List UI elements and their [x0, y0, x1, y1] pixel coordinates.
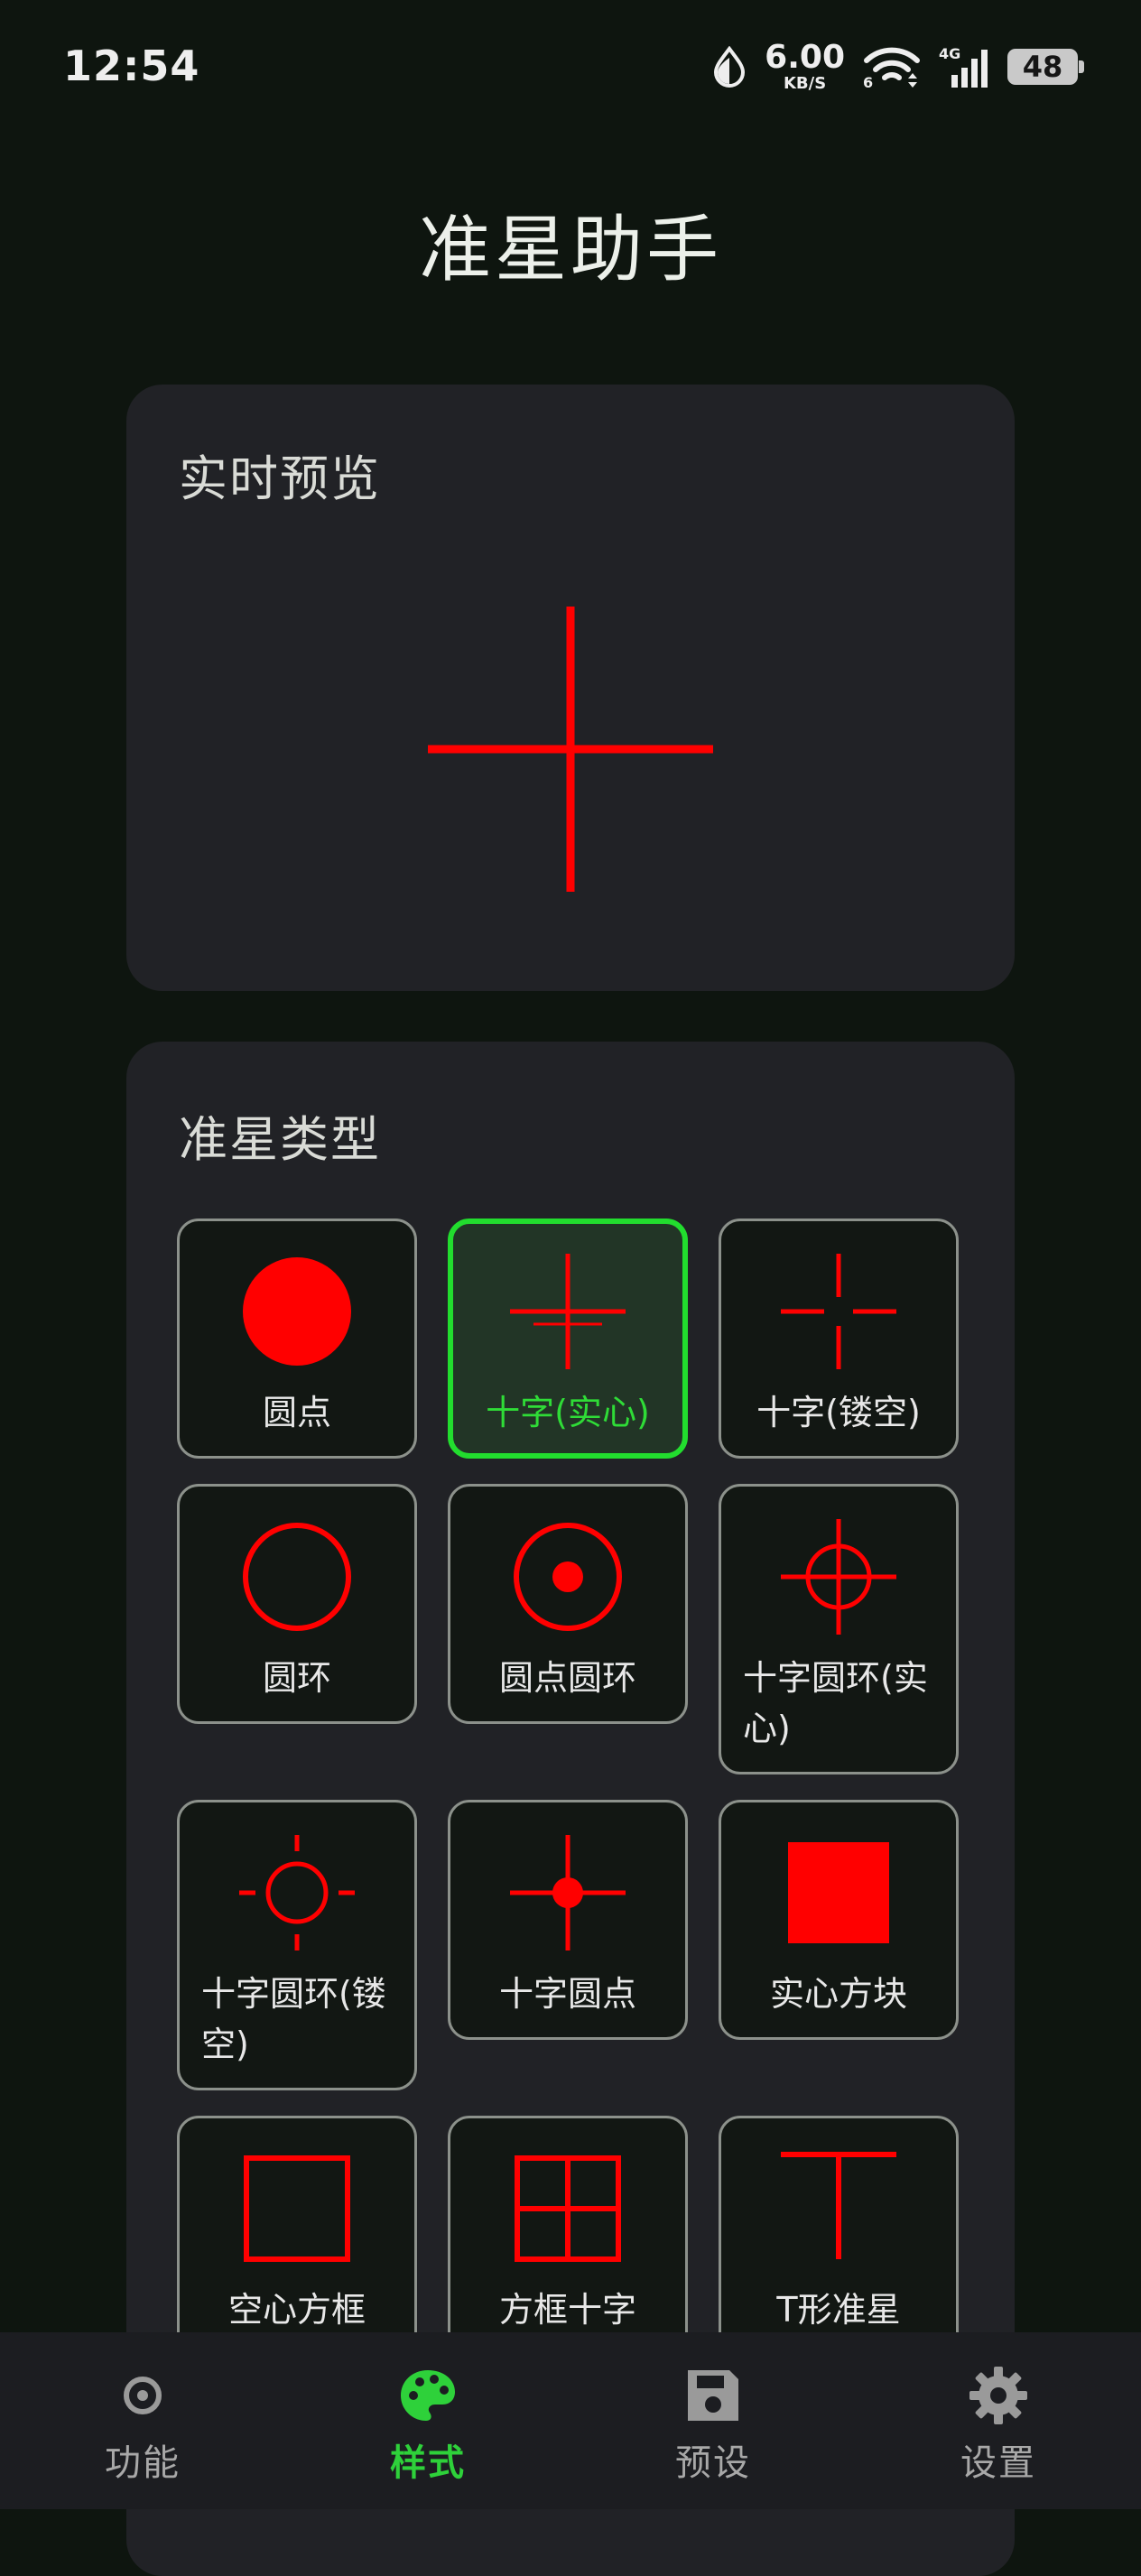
status-time: 12:54 — [63, 42, 200, 90]
wifi-icon: 6 — [863, 47, 920, 89]
cell-signal-icon: 4G — [939, 45, 988, 88]
square-cross-icon — [515, 2155, 621, 2262]
type-option-label: 实心方块 — [769, 1974, 907, 2014]
nav-item-style[interactable]: 样式 — [285, 2332, 570, 2509]
palette-icon — [401, 2370, 455, 2421]
nav-item-settings[interactable]: 设置 — [856, 2332, 1141, 2509]
type-option-ring[interactable]: 圆环 — [177, 1484, 417, 1724]
solid-cross-icon — [510, 1254, 626, 1369]
type-option-solid-square[interactable]: 实心方块 — [719, 1800, 959, 2040]
crosshair-type-title: 准星类型 — [179, 1111, 381, 1168]
wifi-tag: 6 — [863, 74, 873, 89]
network-speed-value: 6.00 — [765, 39, 845, 76]
crosshair-preview — [428, 607, 713, 892]
type-option-t-shape[interactable]: T形准星 — [719, 2116, 959, 2356]
type-option-label: 十字(镂空) — [756, 1393, 921, 1432]
type-option-label: 十字(实心) — [486, 1393, 650, 1432]
type-option-label: 十字圆环(镂空) — [201, 1974, 386, 2064]
cross-ring-hollow-icon — [239, 1835, 355, 1951]
type-option-label: 圆点 — [262, 1393, 331, 1432]
hollow-square-icon — [244, 2155, 350, 2262]
preview-title: 实时预览 — [179, 450, 381, 507]
nav-label: 预设 — [675, 2442, 751, 2484]
type-option-hollow-square[interactable]: 空心方框 — [177, 2116, 417, 2356]
preview-card: 实时预览 — [126, 385, 1015, 991]
type-option-square-cross[interactable]: 方框十字 — [448, 2116, 688, 2356]
type-option-label: 圆点圆环 — [498, 1658, 636, 1698]
type-option-label: 十字圆点 — [498, 1974, 636, 2014]
type-option-solid-cross[interactable]: 十字(实心) — [448, 1219, 688, 1459]
nav-item-functions[interactable]: 功能 — [0, 2332, 285, 2509]
nav-label: 功能 — [105, 2442, 181, 2484]
cross-dot-icon — [510, 1835, 626, 1951]
app-title: 准星助手 — [419, 208, 722, 292]
status-icons: 6.00 KB/S 6 4G 48 — [710, 40, 1084, 94]
battery-indicator: 48 — [1007, 49, 1084, 85]
cell-tag: 4G — [939, 45, 960, 62]
bottom-navigation: 功能 样式 预设 设置 — [0, 2332, 1141, 2509]
dot-icon — [243, 1257, 351, 1366]
type-option-hollow-cross[interactable]: 十字(镂空) — [719, 1219, 959, 1459]
type-option-label: 十字圆环(实心) — [743, 1658, 928, 1748]
type-option-cross-ring-solid[interactable]: 十字圆环(实心) — [719, 1484, 959, 1774]
status-bar: 12:54 6.00 KB/S 6 4G 48 — [0, 0, 1141, 135]
type-option-label: 空心方框 — [227, 2290, 366, 2330]
type-option-dot[interactable]: 圆点 — [177, 1219, 417, 1459]
save-icon — [688, 2370, 738, 2421]
t-shape-icon — [781, 2152, 896, 2259]
type-option-dot-ring[interactable]: 圆点圆环 — [448, 1484, 688, 1724]
gear-icon — [969, 2367, 1027, 2424]
data-saver-icon — [714, 46, 746, 88]
type-option-cross-ring-hollow[interactable]: 十字圆环(镂空) — [177, 1800, 417, 2090]
target-icon — [124, 2377, 162, 2414]
solid-square-icon — [788, 1842, 889, 1943]
dot-ring-icon — [514, 1523, 622, 1631]
ring-icon — [243, 1523, 351, 1631]
battery-level: 48 — [1022, 50, 1063, 84]
network-speed: 6.00 KB/S — [765, 42, 845, 92]
type-option-cross-dot[interactable]: 十字圆点 — [448, 1800, 688, 2040]
cross-ring-solid-icon — [781, 1519, 896, 1635]
network-speed-unit: KB/S — [783, 74, 827, 93]
nav-label: 样式 — [390, 2442, 466, 2484]
nav-label: 设置 — [960, 2442, 1036, 2484]
type-option-label: 圆环 — [262, 1658, 331, 1698]
hollow-cross-icon — [781, 1254, 896, 1369]
type-option-label: 方框十字 — [498, 2290, 636, 2330]
nav-item-presets[interactable]: 预设 — [570, 2332, 856, 2509]
type-option-label: T形准星 — [776, 2290, 901, 2330]
